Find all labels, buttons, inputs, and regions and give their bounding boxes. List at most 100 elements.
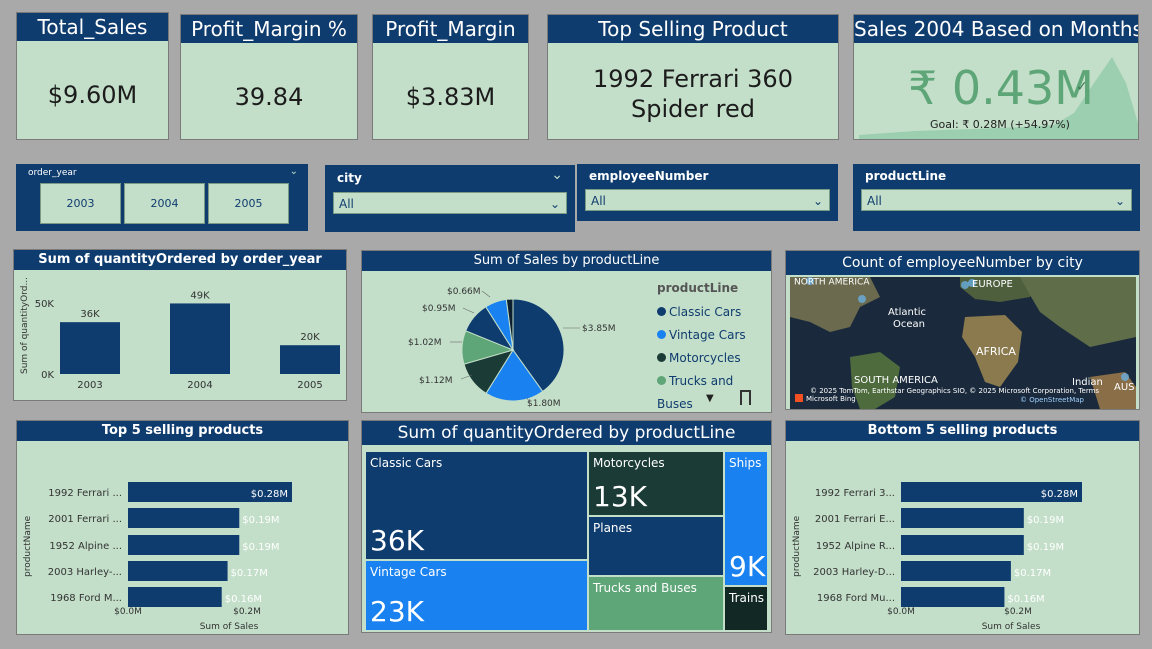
chart-qty-by-year[interactable]: Sum of quantityOrdered by order_year Sum… <box>13 249 347 401</box>
kpi-top-product: Top Selling Product 1992 Ferrari 360 Spi… <box>547 14 839 140</box>
productline-dropdown[interactable]: All ⌄ <box>861 189 1132 211</box>
bar-data-label: $0.28M <box>251 489 288 500</box>
y-axis-label: Sum of quantityOrd... <box>20 277 30 374</box>
legend-title: productLine <box>657 281 739 295</box>
legend-item-classic-cars[interactable]: Classic Cars <box>657 301 771 324</box>
kpi-profit-margin: Profit_Margin $3.83M <box>372 14 529 140</box>
y-tick-label: 1952 Alpine ... <box>49 541 122 552</box>
kpi-title: Profit_Margin <box>373 15 528 43</box>
y-tick-label: 2001 Ferrari E... <box>815 514 895 525</box>
kpi-title: Sales 2004 Based on Months <box>854 15 1138 43</box>
y-tick-label: 1968 Ford Mu... <box>817 593 895 604</box>
treemap-cell-classic-cars[interactable]: Classic Cars 36K <box>365 451 588 560</box>
world-map[interactable]: NORTH AMERICA EUROPE Atlantic Ocean AFRI… <box>790 277 1136 409</box>
chevron-down-icon[interactable]: ⌄ <box>1115 190 1125 212</box>
bar-5[interactable] <box>128 587 222 607</box>
bar-data-label: 49K <box>190 290 210 301</box>
map-osm[interactable]: © OpenStreetMap <box>1020 396 1085 404</box>
y-axis-label: productName <box>23 515 33 577</box>
bar-4[interactable] <box>901 561 1011 581</box>
bar-2004[interactable] <box>170 303 230 374</box>
chart-qty-by-productline-treemap[interactable]: Sum of quantityOrdered by productLine Cl… <box>361 420 772 633</box>
treemap-label: Motorcycles <box>593 456 665 470</box>
treemap-label: Planes <box>593 521 633 535</box>
chart-bottom5-products[interactable]: Bottom 5 selling products productName 19… <box>785 420 1140 635</box>
kpi-value-line2: Spider red <box>631 95 755 123</box>
legend-item-trucks-buses[interactable]: Trucks and Buses <box>657 370 771 411</box>
bar-3[interactable] <box>901 535 1024 555</box>
legend-item-vintage-cars[interactable]: Vintage Cars <box>657 324 771 347</box>
bar-3[interactable] <box>128 535 240 555</box>
kpi-goal: Goal: ₹ 0.28M (+54.97%) <box>930 118 1070 131</box>
bar-data-label: 20K <box>300 332 320 343</box>
chart-sales-by-productline[interactable]: Sum of Sales by productLine $3.85M $1.80… <box>361 250 772 413</box>
y-tick-label: 2003 Harley-... <box>48 567 122 578</box>
slicer-product-line[interactable]: productLine All ⌄ <box>853 164 1140 231</box>
bar-data-label: $0.19M <box>242 542 279 553</box>
dropdown-value: All <box>591 194 606 208</box>
year-option-2005[interactable]: 2005 <box>208 183 289 224</box>
kpi-sales-2004: Sales 2004 Based on Months ₹ 0.43M ✓ Goa… <box>853 14 1139 140</box>
bottom5-svg: productName 1992 Ferrari 3... $0.28M 2001 … <box>792 482 1082 632</box>
treemap-cell-vintage-cars[interactable]: Vintage Cars 23K <box>365 560 588 631</box>
kpi-value: $9.60M <box>47 81 138 109</box>
treemap-cell-motorcycles[interactable]: Motorcycles 13K <box>588 451 724 516</box>
treemap-label: Ships <box>729 456 762 470</box>
treemap-value: 9K <box>729 550 766 583</box>
bar-2003[interactable] <box>60 322 120 374</box>
y-tick-50k: 50K <box>35 299 55 310</box>
pie-label-classic: $3.85M <box>582 324 616 334</box>
kpi-value: 39.84 <box>234 83 304 111</box>
map-label-ocean: Ocean <box>893 319 925 330</box>
year-option-2004[interactable]: 2004 <box>124 183 205 224</box>
pie-label-trucks: $1.02M <box>408 338 442 348</box>
slicer-city[interactable]: city ⌄ All ⌄ <box>325 165 575 232</box>
chevron-down-icon[interactable]: ⌄ <box>551 167 563 183</box>
y-axis-label: productName <box>792 515 802 577</box>
check-icon: ✓ <box>1076 79 1088 95</box>
treemap-cell-trains[interactable]: Trains <box>724 586 768 631</box>
map-bing: Microsoft Bing <box>806 395 856 403</box>
treemap-cell-ships[interactable]: Ships 9K <box>724 451 768 586</box>
kpi-value: ₹ 0.43M <box>908 61 1094 115</box>
x-tick-0: $0.0M <box>114 607 142 617</box>
kpi-title: Top Selling Product <box>548 15 838 43</box>
pie-label-ships: $0.66M <box>447 287 481 297</box>
bookmark-icon[interactable] <box>740 390 751 405</box>
x-tick-label: 2005 <box>297 380 322 391</box>
y-tick-label: 2003 Harley-D... <box>813 567 895 578</box>
year-option-2003[interactable]: 2003 <box>40 183 121 224</box>
chart-top5-products[interactable]: Top 5 selling products productName 1992 … <box>16 420 349 635</box>
city-dropdown[interactable]: All ⌄ <box>333 192 567 214</box>
y-tick-label: 1992 Ferrari ... <box>48 488 122 499</box>
pie-label-motorcycles: $1.12M <box>419 376 453 386</box>
y-tick-label: 2001 Ferrari ... <box>48 514 122 525</box>
legend-item-motorcycles[interactable]: Motorcycles <box>657 347 771 370</box>
bar-2[interactable] <box>901 508 1024 528</box>
legend-scroll-down-icon[interactable]: ▼ <box>706 393 714 404</box>
bar-4[interactable] <box>128 561 228 581</box>
bar-5[interactable] <box>901 587 1005 607</box>
x-tick-0-2: $0.2M <box>233 607 261 617</box>
slicer-employee-number[interactable]: employeeNumber All ⌄ <box>577 164 838 221</box>
chevron-down-icon[interactable]: ⌄ <box>813 190 823 212</box>
bar-data-label: $0.16M <box>225 594 262 605</box>
x-axis-label: Sum of Sales <box>982 622 1041 632</box>
treemap-value: 23K <box>370 595 424 628</box>
slicer-order-year[interactable]: order_year ⌄ 2003 2004 2005 <box>16 164 308 231</box>
treemap-cell-planes[interactable]: Planes <box>588 516 724 576</box>
bar-2005[interactable] <box>280 345 340 374</box>
chevron-down-icon[interactable]: ⌄ <box>290 166 298 177</box>
treemap-cell-trucks-buses[interactable]: Trucks and Buses <box>588 576 724 631</box>
employee-dropdown[interactable]: All ⌄ <box>585 189 830 211</box>
chart-title: Sum of Sales by productLine <box>362 251 771 271</box>
chart-title: Sum of quantityOrdered by order_year <box>14 250 346 270</box>
bar-2[interactable] <box>128 508 240 528</box>
kpi-title: Profit_Margin % <box>181 15 357 43</box>
treemap-label: Classic Cars <box>370 456 443 470</box>
slicer-label: employeeNumber <box>589 169 709 183</box>
map-employee-by-city[interactable]: Count of employeeNumber by city NORTH AM… <box>785 250 1140 410</box>
qty-year-svg: Sum of quantityOrd... 50K 0K 36K 2003 49K 2… <box>20 277 340 391</box>
bar-data-label: $0.19M <box>242 515 279 526</box>
chevron-down-icon[interactable]: ⌄ <box>550 193 560 215</box>
